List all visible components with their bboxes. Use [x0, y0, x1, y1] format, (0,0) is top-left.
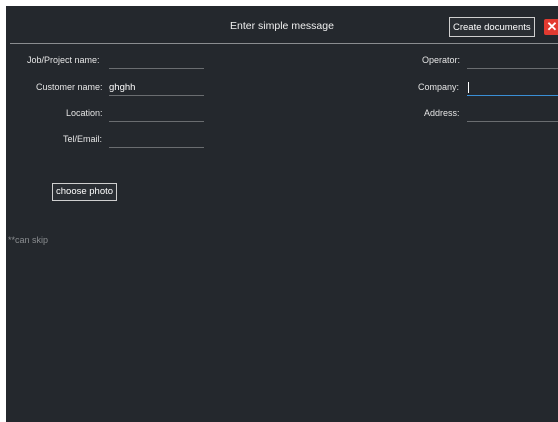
address-label: Address:: [424, 108, 460, 118]
text-cursor: [468, 81, 469, 93]
location-label: Location:: [66, 108, 103, 118]
operator-field[interactable]: [467, 54, 558, 69]
operator-label: Operator:: [422, 55, 461, 65]
job-project-name-label: Job/Project name:: [27, 55, 100, 65]
choose-photo-button[interactable]: choose photo: [52, 183, 118, 201]
company-field[interactable]: [467, 81, 558, 96]
header-bar: Enter simple message Create documents ✕: [6, 6, 558, 44]
header-divider: [10, 43, 558, 44]
close-icon[interactable]: ✕: [544, 19, 558, 35]
address-field[interactable]: [467, 107, 558, 122]
location-field[interactable]: [109, 107, 204, 122]
skip-hint: **can skip: [8, 235, 49, 245]
app-window: Enter simple message Create documents ✕ …: [6, 6, 558, 422]
company-label: Company:: [418, 82, 460, 92]
tel-email-field[interactable]: [109, 133, 204, 148]
customer-name-field[interactable]: ghghh: [109, 81, 204, 96]
tel-email-label: Tel/Email:: [63, 134, 103, 144]
job-project-name-field[interactable]: [109, 54, 204, 69]
create-documents-button[interactable]: Create documents: [449, 17, 535, 37]
customer-name-label: Customer name:: [36, 82, 103, 92]
customer-name-value: ghghh: [109, 82, 136, 93]
